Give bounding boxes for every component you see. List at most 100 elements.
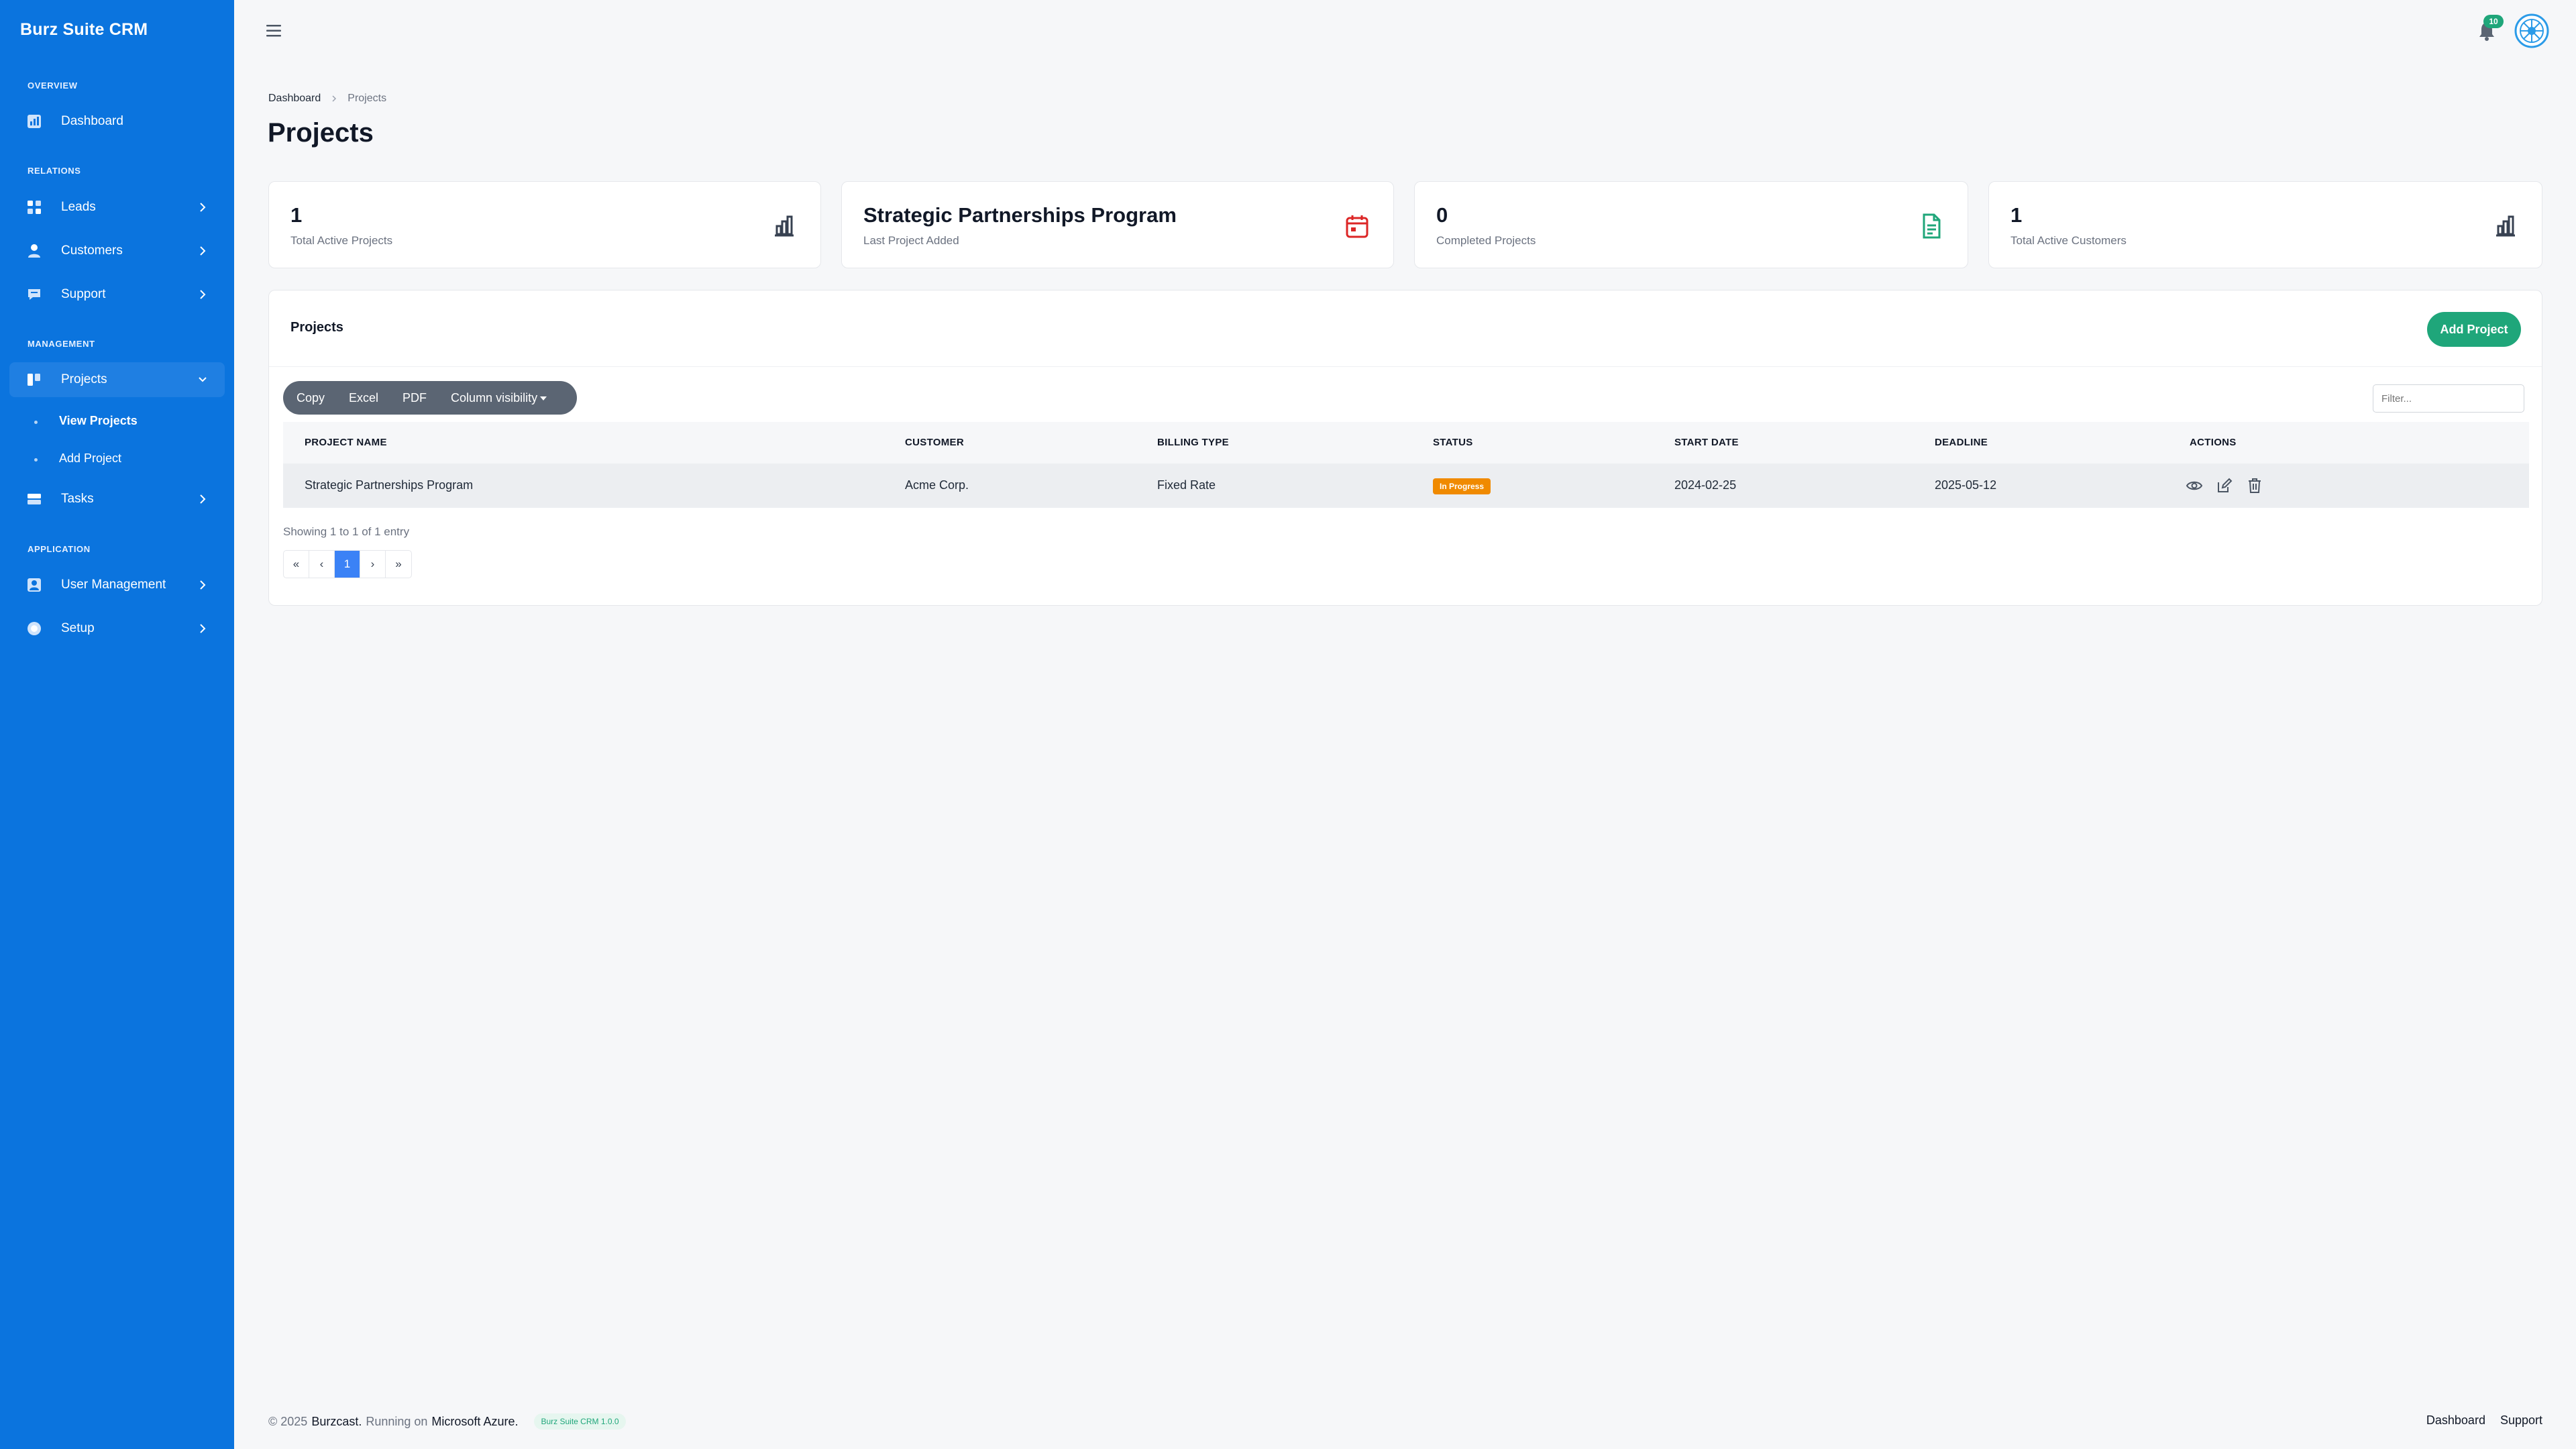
bullet-dot — [34, 421, 38, 424]
dashboard-icon — [28, 115, 41, 128]
chevron-right-icon — [200, 203, 206, 212]
chevron-right-icon — [200, 580, 206, 590]
avatar[interactable] — [2514, 13, 2549, 48]
stat-label: Total Active Projects — [290, 234, 393, 247]
sidebar-item-label: Setup — [61, 621, 95, 635]
stat-value: 0 — [1436, 203, 1448, 227]
kanban-icon — [28, 374, 40, 386]
table-header: PROJECT NAME CUSTOMER BILLING TYPE STATU… — [283, 422, 2529, 464]
sidebar-item-support[interactable]: Support — [9, 277, 225, 312]
sidebar-item-customers[interactable]: Customers — [9, 233, 225, 268]
sidebar-item-projects[interactable]: Projects — [9, 362, 225, 397]
user-icon — [28, 244, 40, 258]
view-icon[interactable] — [2186, 477, 2203, 494]
hamburger-menu-icon[interactable] — [265, 23, 284, 39]
column-header[interactable]: BILLING TYPE — [1157, 437, 1229, 448]
sidebar-item-label: Leads — [61, 200, 96, 214]
sidebar-item-user-management[interactable]: User Management — [9, 568, 225, 602]
edit-icon[interactable] — [2216, 477, 2233, 494]
chevron-right-icon — [332, 95, 337, 102]
table-info: Showing 1 to 1 of 1 entry — [283, 525, 410, 538]
pager-page-1[interactable]: 1 — [335, 551, 360, 578]
pager-prev[interactable]: ‹ — [309, 551, 335, 578]
divider — [269, 366, 2542, 367]
caret-down-icon — [540, 396, 547, 400]
trash-icon[interactable] — [2246, 477, 2263, 494]
column-header[interactable]: DEADLINE — [1935, 437, 1988, 448]
panel-title: Projects — [290, 320, 343, 335]
section-relations: RELATIONS — [28, 166, 81, 176]
cell-project-name: Strategic Partnerships Program — [305, 478, 474, 492]
sidebar-item-label: Support — [61, 287, 106, 301]
footer-company-link[interactable]: Burzcast. — [311, 1415, 362, 1429]
stat-value: 1 — [2010, 203, 2023, 227]
sidebar-item-dashboard[interactable]: Dashboard — [9, 104, 225, 139]
breadcrumb: Dashboard Projects — [268, 93, 386, 105]
section-overview: OVERVIEW — [28, 80, 78, 91]
column-header[interactable]: START DATE — [1674, 437, 1739, 448]
copy-button[interactable]: Copy — [297, 391, 325, 405]
footer: © 2025 Burzcast. Running on Microsoft Az… — [268, 1413, 626, 1430]
column-header[interactable]: PROJECT NAME — [305, 437, 387, 448]
stat-card-active-customers: 1 Total Active Customers — [1988, 181, 2542, 268]
cell-start-date: 2024-02-25 — [1674, 478, 1737, 492]
column-visibility-button[interactable]: Column visibility — [451, 391, 547, 405]
user-badge-icon — [28, 578, 41, 592]
stat-card-completed-projects: 0 Completed Projects — [1414, 181, 1968, 268]
subitem-label: View Projects — [59, 414, 138, 427]
chevron-right-icon — [200, 624, 206, 633]
tasks-icon — [28, 494, 41, 504]
notification-badge: 10 — [2483, 15, 2504, 28]
stat-label: Last Project Added — [863, 234, 959, 247]
export-button-group: Copy Excel PDF Column visibility — [283, 381, 577, 415]
footer-link-dashboard[interactable]: Dashboard — [2426, 1413, 2485, 1428]
sidebar-item-leads[interactable]: Leads — [9, 190, 225, 225]
sidebar-item-label: Dashboard — [61, 114, 123, 128]
bar-chart-icon — [775, 215, 794, 237]
document-icon — [1923, 213, 1941, 239]
sidebar-item-tasks[interactable]: Tasks — [9, 482, 225, 517]
pdf-button[interactable]: PDF — [402, 391, 427, 405]
bullet-dot — [34, 458, 38, 462]
column-header[interactable]: STATUS — [1433, 437, 1473, 448]
column-header[interactable]: CUSTOMER — [905, 437, 964, 448]
pager-first[interactable]: « — [284, 551, 309, 578]
chevron-right-icon — [200, 290, 206, 299]
sidebar-item-setup[interactable]: Setup — [9, 611, 225, 646]
cell-deadline: 2025-05-12 — [1935, 478, 1997, 492]
add-project-button[interactable]: Add Project — [2427, 312, 2521, 347]
cell-billing-type: Fixed Rate — [1157, 478, 1216, 492]
subitem-view-projects[interactable]: View Projects — [34, 414, 138, 428]
chevron-right-icon — [200, 494, 206, 504]
bar-chart-icon — [2496, 215, 2515, 237]
filter-input[interactable] — [2373, 384, 2524, 413]
stat-label: Completed Projects — [1436, 234, 1536, 247]
sidebar-item-label: User Management — [61, 578, 166, 592]
breadcrumb-projects: Projects — [347, 93, 387, 104]
sidebar-item-label: Projects — [61, 372, 107, 386]
brand-logo[interactable]: Burz Suite CRM — [20, 20, 148, 40]
pagination: « ‹ 1 › » — [283, 550, 412, 578]
pager-last[interactable]: » — [386, 551, 411, 578]
chevron-down-icon — [199, 377, 207, 382]
subitem-add-project[interactable]: Add Project — [34, 451, 121, 466]
stat-card-active-projects: 1 Total Active Projects — [268, 181, 821, 268]
footer-link-support[interactable]: Support — [2500, 1413, 2542, 1428]
version-badge: Burz Suite CRM 1.0.0 — [534, 1413, 626, 1430]
section-application: APPLICATION — [28, 544, 91, 554]
column-visibility-label: Column visibility — [451, 390, 538, 405]
footer-running: Running on — [366, 1414, 428, 1428]
calendar-icon — [1346, 215, 1368, 238]
stat-value: Strategic Partnerships Program — [863, 203, 1177, 227]
footer-copyright: © 2025 — [268, 1414, 308, 1428]
projects-panel: Projects Add Project Copy Excel PDF Colu… — [268, 290, 2542, 606]
pager-next[interactable]: › — [360, 551, 386, 578]
table-row[interactable]: Strategic Partnerships Program Acme Corp… — [283, 464, 2529, 508]
page-title: Projects — [268, 118, 374, 148]
stat-label: Total Active Customers — [2010, 234, 2127, 247]
footer-platform-link[interactable]: Microsoft Azure. — [431, 1415, 518, 1429]
section-management: MANAGEMENT — [28, 339, 95, 349]
breadcrumb-dashboard[interactable]: Dashboard — [268, 93, 321, 105]
grid-icon — [28, 201, 41, 214]
excel-button[interactable]: Excel — [349, 391, 378, 405]
